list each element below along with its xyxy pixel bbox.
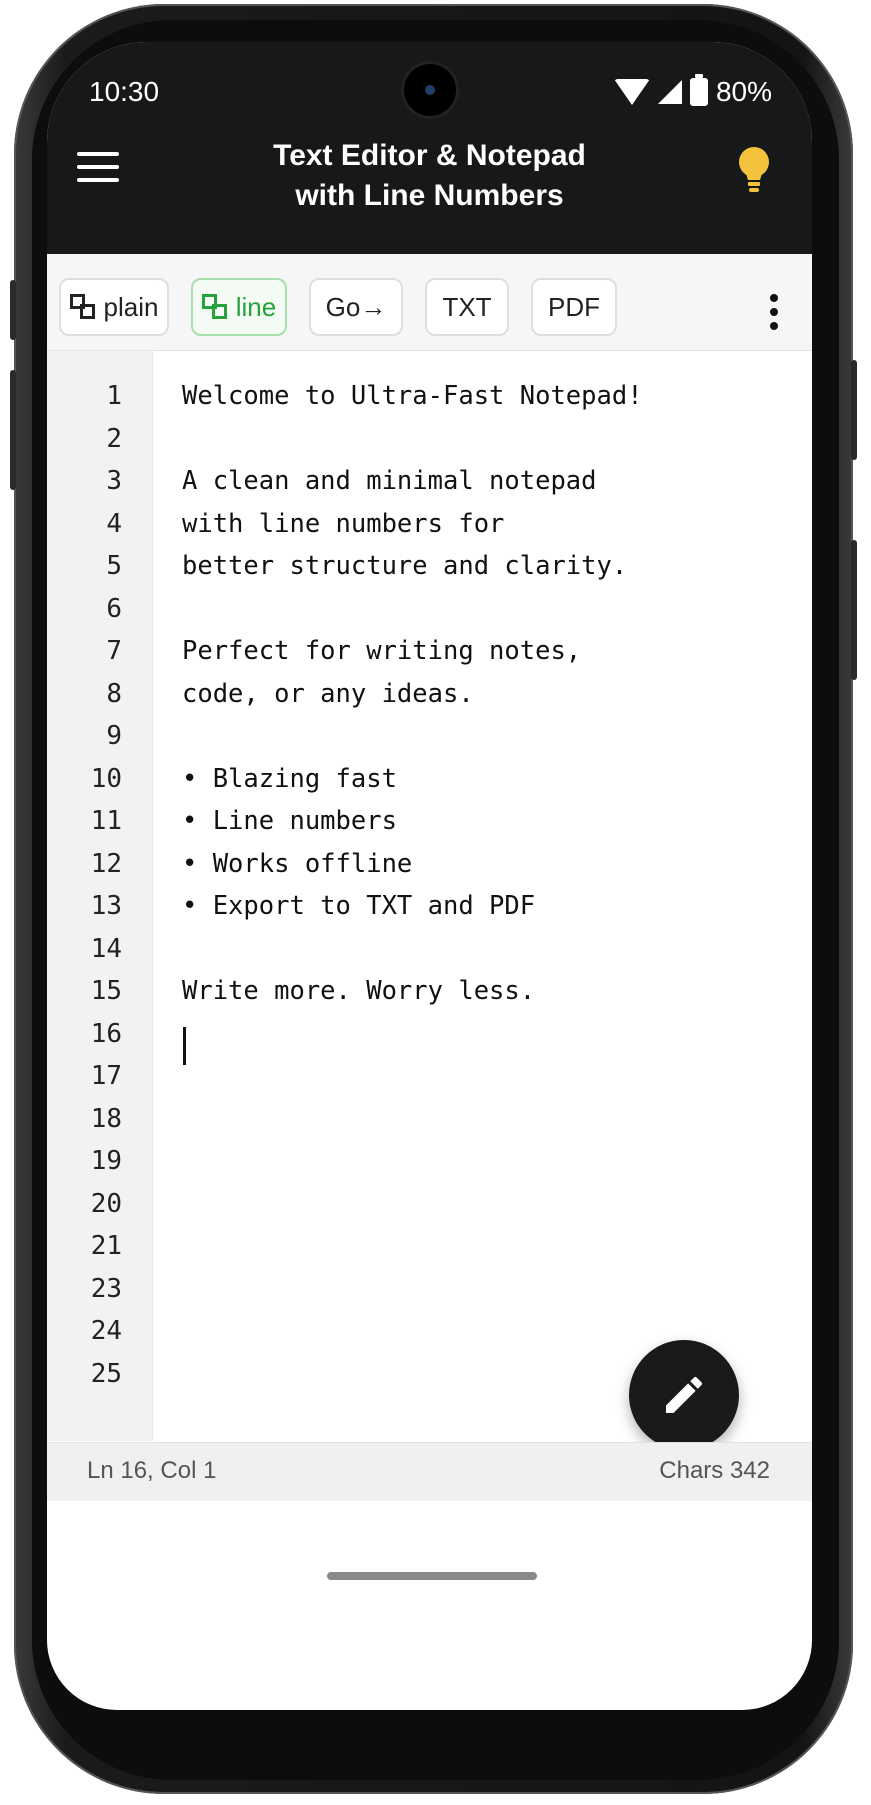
char-count: Chars 342 <box>659 1457 770 1484</box>
line-number: 13 <box>90 891 122 921</box>
line-number: 24 <box>90 1316 122 1346</box>
app-title-line2: with Line Numbers <box>295 179 564 212</box>
line-number: 3 <box>106 466 122 496</box>
pdf-label: PDF <box>548 291 600 322</box>
lightbulb-icon[interactable] <box>736 146 772 196</box>
plain-mode-button[interactable]: plain <box>59 278 169 336</box>
text-line[interactable]: better structure and clarity. <box>182 551 627 581</box>
text-line[interactable]: • Export to TXT and PDF <box>182 891 535 921</box>
export-pdf-button[interactable]: PDF <box>531 278 617 336</box>
app-title: Text Editor & Notepad with Line Numbers <box>207 136 652 216</box>
signal-icon <box>657 80 682 104</box>
side-button <box>10 370 16 490</box>
line-number: 12 <box>90 848 122 879</box>
toolbar: plain line Go→ TXT PDF <box>47 254 812 351</box>
wifi-icon <box>613 79 650 105</box>
line-number: 15 <box>90 976 122 1006</box>
text-cursor <box>183 1027 186 1065</box>
plain-label: plain <box>103 291 159 322</box>
line-number: 18 <box>90 1103 122 1134</box>
status-footer: Ln 16, Col 1 Chars 342 <box>47 1442 812 1501</box>
copy-icon <box>69 294 96 320</box>
text-line[interactable]: • Works offline <box>182 849 412 879</box>
line-number: 1 <box>106 381 122 411</box>
line-number: 4 <box>106 508 122 539</box>
line-number: 6 <box>106 593 122 624</box>
line-number: 23 <box>90 1273 122 1304</box>
line-number: 20 <box>90 1188 122 1219</box>
battery-percent: 80% <box>715 76 772 107</box>
front-camera <box>404 64 456 116</box>
line-number: 7 <box>106 636 122 666</box>
home-indicator[interactable] <box>327 1572 537 1580</box>
copy-icon <box>201 294 228 320</box>
line-number: 14 <box>90 933 122 964</box>
line-number: 25 <box>90 1358 122 1389</box>
line-mode-button[interactable]: line <box>191 278 287 336</box>
line-number: 21 <box>90 1231 122 1261</box>
menu-icon[interactable] <box>77 152 119 186</box>
status-icons: 80% <box>613 74 772 108</box>
go-label: Go→ <box>325 291 387 322</box>
text-line[interactable]: code, or any ideas. <box>182 679 474 709</box>
go-to-line-button[interactable]: Go→ <box>309 278 403 336</box>
line-number: 5 <box>106 551 122 581</box>
edit-fab-button[interactable] <box>629 1340 739 1450</box>
line-label: line <box>235 291 277 322</box>
line-number: 9 <box>106 721 122 751</box>
line-number: 17 <box>90 1061 122 1091</box>
text-line[interactable]: Write more. Worry less. <box>182 976 535 1006</box>
cursor-position: Ln 16, Col 1 <box>87 1457 217 1484</box>
battery-icon <box>689 74 708 106</box>
text-line[interactable]: • Blazing fast <box>182 764 397 794</box>
line-number: 2 <box>106 423 122 454</box>
app-bar: 10:30 80% Text Editor & Notepad with Lin… <box>47 42 812 254</box>
text-line[interactable]: Perfect for writing notes, <box>182 636 581 666</box>
line-number: 19 <box>90 1146 122 1176</box>
app-title-line1: Text Editor & Notepad <box>273 139 586 172</box>
line-number: 10 <box>90 763 122 794</box>
text-line[interactable]: Welcome to Ultra-Fast Notepad! <box>182 381 643 411</box>
text-line[interactable]: • Line numbers <box>182 806 397 836</box>
text-editor[interactable]: 1 2 3 4 5 6 7 8 9 10 11 12 13 14 15 16 17 18 19 20 21 23 24 25 … <box>47 351 812 1441</box>
text-line[interactable]: A clean and minimal notepad <box>182 466 597 496</box>
pencil-icon <box>666 1376 703 1413</box>
more-vert-icon[interactable] <box>770 294 780 332</box>
screen: 10:30 80% Text Editor & Notepad with Lin… <box>47 42 812 1710</box>
side-button <box>851 360 857 460</box>
status-time: 10:30 <box>89 76 160 107</box>
side-button <box>851 540 857 680</box>
line-number: 16 <box>90 1018 122 1049</box>
text-line[interactable]: with line numbers for <box>182 509 504 539</box>
export-txt-button[interactable]: TXT <box>425 278 509 336</box>
line-number: 11 <box>90 806 122 836</box>
txt-label: TXT <box>442 291 492 322</box>
side-button <box>10 280 16 340</box>
line-number-gutter: 1 2 3 4 5 6 7 8 9 10 11 12 13 14 15 16 17 18 19 20 21 23 24 25 <box>47 351 153 1441</box>
line-number: 8 <box>106 678 122 709</box>
